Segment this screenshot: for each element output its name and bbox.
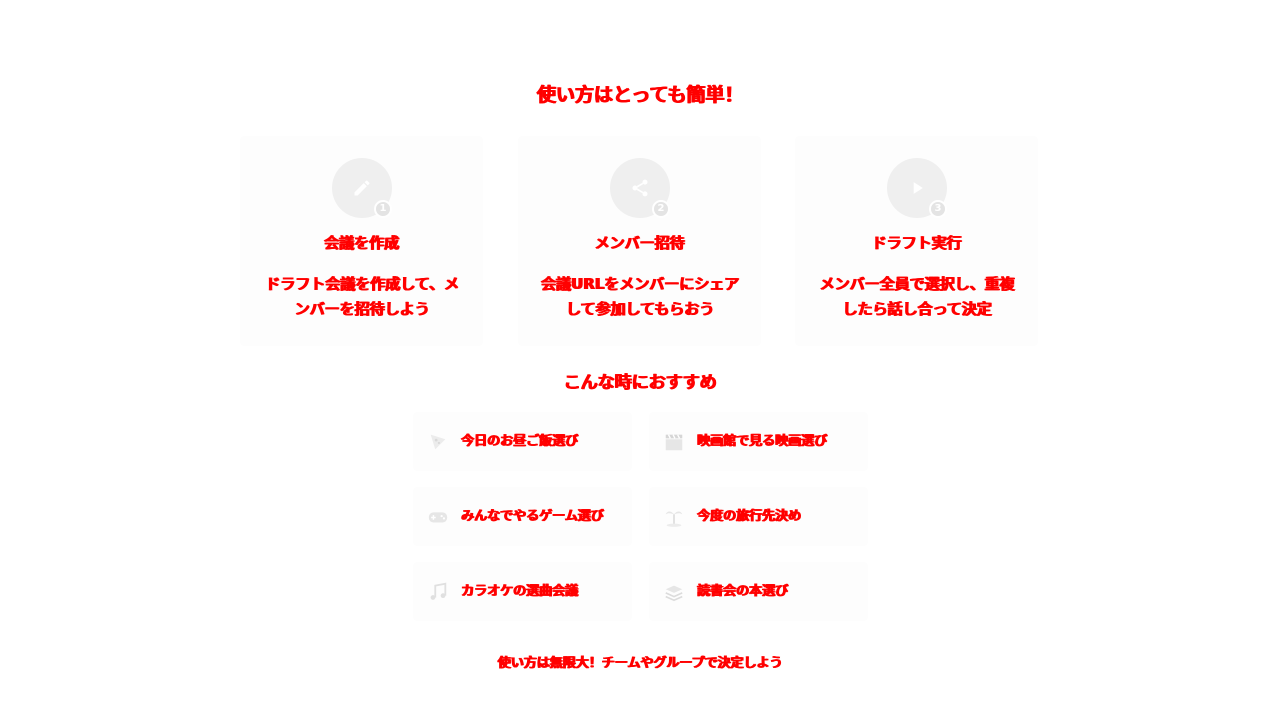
palm-tree-icon bbox=[665, 511, 683, 527]
step-card-create: 1 会議を作成 ドラフト会議を作成して、メンバーを招待しよう bbox=[240, 136, 483, 346]
footer-message: 使い方は無限大！チームやグループで決定しよう bbox=[497, 656, 783, 671]
use-case-item: 映画館で見る映画選び bbox=[649, 412, 868, 471]
page: 使い方はとっても簡単！ 1 会議を作成 ドラフト会議を作成して、メンバーを招待し… bbox=[0, 0, 1280, 724]
step-number-badge: 3 bbox=[929, 200, 947, 218]
play-icon: 3 bbox=[887, 158, 947, 218]
step-description: ドラフト会議を作成して、メンバーを招待しよう bbox=[265, 275, 459, 318]
pencil-icon: 1 bbox=[332, 158, 392, 218]
pizza-icon bbox=[430, 434, 446, 450]
step-title: メンバー招待 bbox=[594, 234, 685, 252]
step-card-draft: 3 ドラフト実行 メンバー全員で選択し、重複したら話し合って決定 bbox=[795, 136, 1038, 346]
use-case-item: みんなでやるゲーム選び bbox=[413, 487, 632, 546]
step-card-invite: 2 メンバー招待 会議URLをメンバーにシェアして参加してもらおう bbox=[518, 136, 761, 346]
use-case-item: 今度の旅行先決め bbox=[649, 487, 868, 546]
use-case-item: カラオケの選曲会議 bbox=[413, 562, 632, 621]
use-case-label: 読書会の本選び bbox=[697, 584, 789, 599]
share-icon: 2 bbox=[610, 158, 670, 218]
gamepad-icon bbox=[428, 512, 448, 523]
step-number-badge: 2 bbox=[652, 200, 670, 218]
music-note-icon bbox=[430, 582, 447, 600]
how-to-title: 使い方はとっても簡単！ bbox=[536, 84, 744, 106]
use-case-label: みんなでやるゲーム選び bbox=[461, 509, 604, 524]
step-title: ドラフト実行 bbox=[871, 234, 962, 252]
clapperboard-icon bbox=[665, 434, 683, 451]
recommend-title: こんな時におすすめ bbox=[563, 373, 717, 393]
use-case-label: カラオケの選曲会議 bbox=[461, 584, 579, 599]
use-case-item: 今日のお昼ご飯選び bbox=[413, 412, 632, 471]
step-description: 会議URLをメンバーにシェアして参加してもらおう bbox=[540, 275, 740, 318]
step-description: メンバー全員で選択し、重複したら話し合って決定 bbox=[819, 275, 1015, 318]
use-case-label: 今度の旅行先決め bbox=[697, 509, 802, 524]
step-title: 会議を作成 bbox=[323, 234, 399, 252]
books-icon bbox=[665, 585, 683, 602]
steps-section: 1 会議を作成 ドラフト会議を作成して、メンバーを招待しよう 2 メンバー招待 … bbox=[240, 136, 1040, 346]
use-case-label: 今日のお昼ご飯選び bbox=[461, 434, 579, 449]
use-case-item: 読書会の本選び bbox=[649, 562, 868, 621]
step-number-badge: 1 bbox=[374, 200, 392, 218]
use-case-grid: 今日のお昼ご飯選び 映画館で見る映画選び みんなでやるゲーム選び 今度の旅行先決… bbox=[413, 412, 868, 624]
use-case-label: 映画館で見る映画選び bbox=[697, 434, 828, 449]
